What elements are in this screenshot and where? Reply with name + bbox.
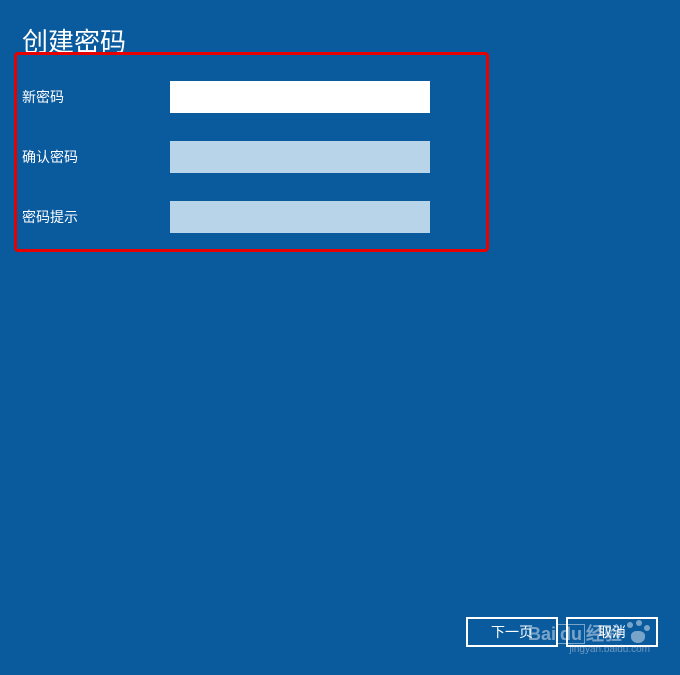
next-button[interactable]: 下一页 — [466, 617, 558, 647]
new-password-label: 新密码 — [22, 87, 170, 107]
page-title: 创建密码 — [0, 0, 680, 59]
cancel-button[interactable]: 取消 — [566, 617, 658, 647]
confirm-password-label: 确认密码 — [22, 147, 170, 167]
password-hint-row: 密码提示 — [22, 201, 680, 233]
password-form: 新密码 确认密码 密码提示 — [0, 81, 680, 233]
password-hint-label: 密码提示 — [22, 207, 170, 227]
password-hint-input[interactable] — [170, 201, 430, 233]
confirm-password-row: 确认密码 — [22, 141, 680, 173]
confirm-password-input[interactable] — [170, 141, 430, 173]
new-password-row: 新密码 — [22, 81, 680, 113]
new-password-input[interactable] — [170, 81, 430, 113]
footer-buttons: 下一页 取消 — [466, 617, 658, 647]
